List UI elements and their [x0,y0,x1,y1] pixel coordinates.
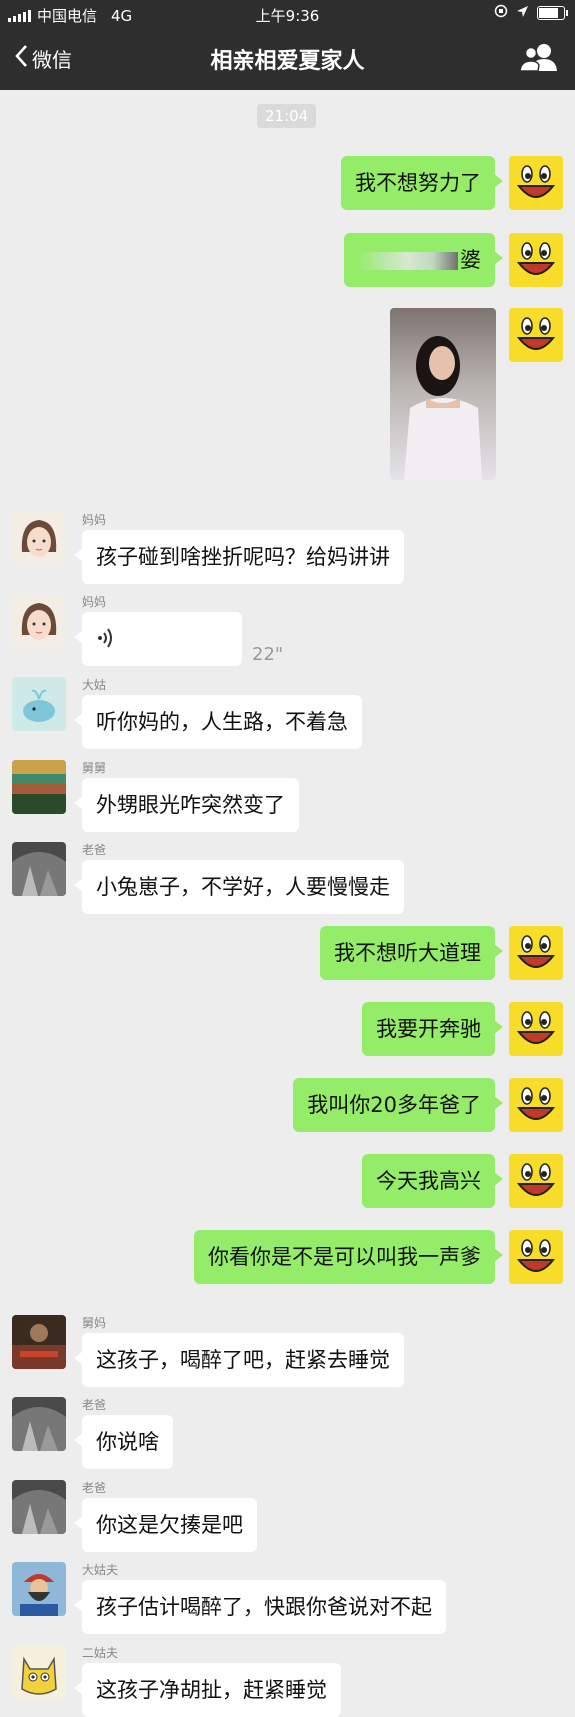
dad-avatar[interactable] [12,1397,66,1451]
sender-name: 老爸 [82,1398,107,1412]
status-bar: 中国电信 4G 上午9:36 [0,0,575,28]
message-text: 婆 [460,248,481,272]
dad-avatar[interactable] [12,842,66,896]
smiley-avatar[interactable] [509,156,563,210]
sender-name: 二姑夫 [82,1646,119,1660]
my-message-bubble[interactable]: 今天我高兴 [362,1154,503,1208]
sender-name: 妈妈 [82,595,107,609]
sender-name: 老爸 [82,843,107,857]
their-message-bubble[interactable]: 外甥眼光咋突然变了 [74,778,299,832]
photo-message[interactable] [390,308,496,480]
smiley-avatar[interactable] [509,1230,563,1284]
location-icon [516,4,529,22]
smiley-avatar[interactable] [509,1154,563,1208]
sender-name: 舅妈 [82,1316,107,1330]
my-message-bubble[interactable]: 我不想听大道理 [320,926,503,980]
clock: 上午9:36 [255,7,320,25]
battery-icon [537,6,568,20]
whale-avatar[interactable] [12,677,66,731]
aunt-avatar[interactable] [12,1315,66,1369]
tunnel-avatar[interactable] [12,760,66,814]
chat-area[interactable]: 21:04 我不想努力了 婆 妈妈 孩子碰到啥挫折呢吗？给妈讲讲 妈妈 22" … [0,90,575,1717]
their-message-bubble[interactable]: 这孩子净胡扯，赶紧睡觉 [74,1663,341,1717]
sender-name: 舅舅 [82,761,107,775]
smiley-avatar[interactable] [509,1078,563,1132]
voice-duration: 22" [252,644,284,665]
my-message-bubble[interactable]: 我不想努力了 [341,156,503,210]
voice-message-bubble[interactable] [74,612,242,666]
smiley-avatar[interactable] [509,1002,563,1056]
orientation-lock-icon [494,4,508,22]
sender-name: 老爸 [82,1481,107,1495]
chat-title: 相亲相爱夏家人 [210,49,365,74]
voice-wave-icon [96,628,118,657]
timestamp: 21:04 [257,104,317,128]
nav-bar: 微信 相亲相爱夏家人 [0,28,575,90]
cat-avatar[interactable] [12,1645,66,1699]
mom-avatar[interactable] [12,512,66,566]
my-message-bubble[interactable]: 我叫你20多年爸了 [293,1078,503,1132]
my-message-bubble[interactable]: 你看你是不是可以叫我一声爹 [194,1230,503,1284]
sender-name: 妈妈 [82,513,107,527]
my-message-bubble[interactable]: 婆 [344,233,503,287]
sender-name: 大姑 [82,678,107,692]
mom-avatar[interactable] [12,595,66,649]
my-message-bubble[interactable]: 我要开奔驰 [362,1002,503,1056]
their-message-bubble[interactable]: 孩子碰到啥挫折呢吗？给妈讲讲 [74,530,404,584]
uncle-avatar[interactable] [12,1562,66,1616]
their-message-bubble[interactable]: 孩子估计喝醉了，快跟你爸说对不起 [74,1580,446,1634]
blurred-text [358,252,458,270]
smiley-avatar[interactable] [509,926,563,980]
sender-name: 大姑夫 [82,1563,119,1577]
dad-avatar[interactable] [12,1480,66,1534]
their-message-bubble[interactable]: 你这是欠揍是吧 [74,1498,257,1552]
their-message-bubble[interactable]: 听你妈的，人生路，不着急 [74,695,362,749]
smiley-avatar[interactable] [509,233,563,287]
group-members-icon[interactable] [519,42,559,76]
their-message-bubble[interactable]: 你说啥 [74,1415,173,1469]
smiley-avatar[interactable] [509,308,563,362]
their-message-bubble[interactable]: 这孩子，喝醉了吧，赶紧去睡觉 [74,1333,404,1387]
their-message-bubble[interactable]: 小兔崽子，不学好，人要慢慢走 [74,860,404,914]
